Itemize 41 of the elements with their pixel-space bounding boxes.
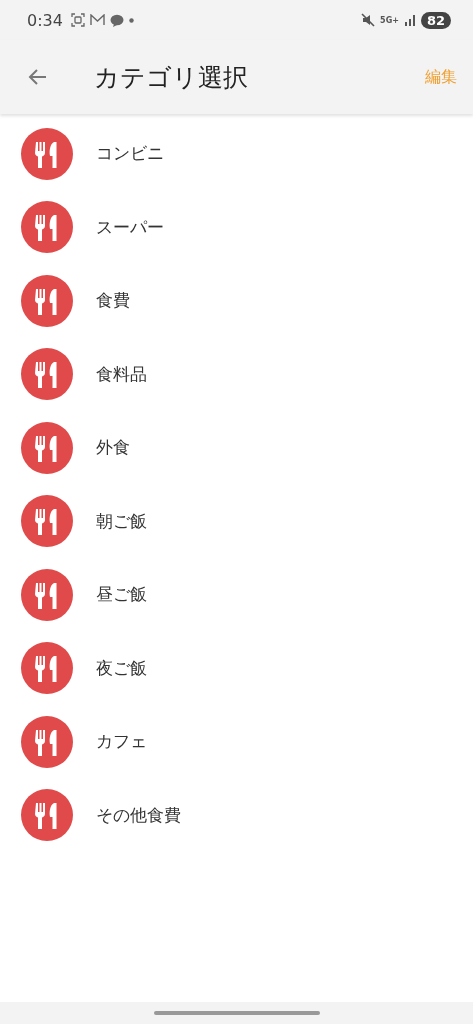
cutlery-icon [21,568,73,621]
chat-bubble-icon [109,13,124,27]
cutlery-icon [21,642,73,695]
mail-icon [89,14,105,26]
cutlery-icon [21,495,73,548]
category-name: 夜ご飯 [96,656,147,680]
category-name: カフェ [96,730,147,754]
category-item[interactable]: 昼ご飯 [0,558,473,632]
cutlery-icon [21,127,73,180]
mute-icon [361,13,376,27]
category-name: 食費 [96,289,130,313]
category-name: 外食 [96,436,130,460]
category-name: 朝ご飯 [96,509,147,533]
network-label: 5G+ [380,15,399,25]
category-name: その他食費 [96,803,181,827]
screenshot-icon [70,13,85,27]
category-item[interactable]: コンビニ [0,117,473,191]
cutlery-icon [21,201,73,254]
cutlery-icon [21,715,73,768]
category-item[interactable]: 朝ご飯 [0,484,473,558]
cutlery-icon [21,421,73,474]
signal-icon [403,14,416,26]
category-name: コンビニ [96,142,164,166]
category-item[interactable]: その他食費 [0,778,473,852]
category-item[interactable]: スーパー [0,190,473,264]
cutlery-icon [21,789,73,842]
status-time: 0:34 [27,10,63,30]
cutlery-icon [21,274,73,327]
battery-level: 82 [420,11,451,29]
category-name: スーパー [96,215,164,239]
category-item[interactable]: 食料品 [0,337,473,411]
category-item[interactable]: カフェ [0,705,473,779]
dot-icon [128,17,134,23]
category-item[interactable]: 外食 [0,411,473,485]
category-item[interactable]: 夜ご飯 [0,631,473,705]
cutlery-icon [21,348,73,401]
screen-title: カテゴリ選択 [94,61,249,94]
category-item[interactable]: 食費 [0,264,473,338]
category-name: 食料品 [96,362,147,386]
category-name: 昼ご飯 [96,583,147,607]
gesture-handle[interactable] [153,1011,320,1015]
